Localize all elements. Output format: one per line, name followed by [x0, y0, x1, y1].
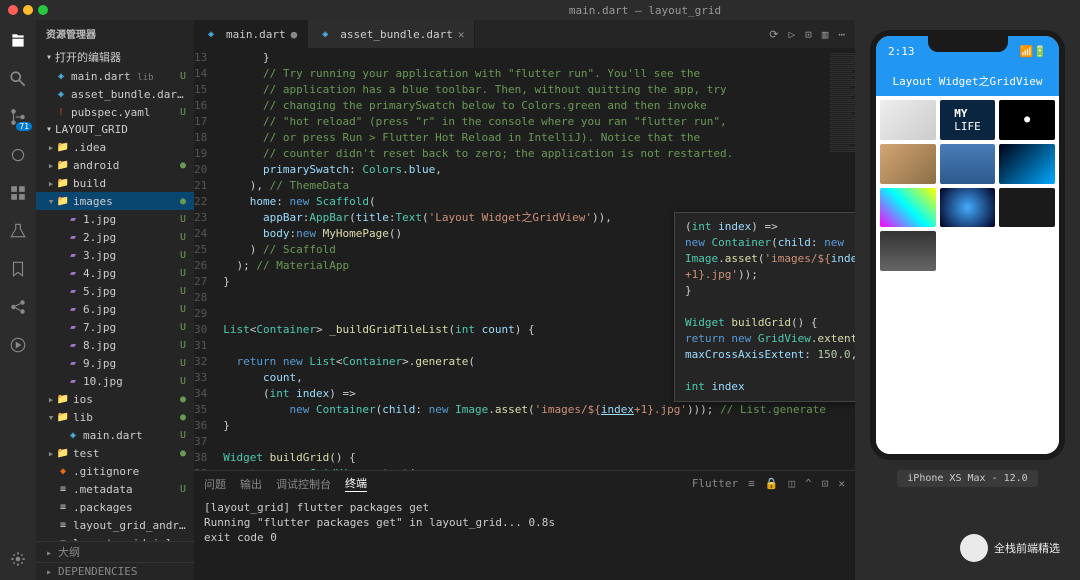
editor-actions: ⟳ ▷ ⊡ ▥ ⋯	[759, 20, 855, 48]
explorer-header: 资源管理器	[36, 20, 194, 47]
debug-icon[interactable]	[7, 144, 29, 166]
tree-item[interactable]: ▰4.jpgU	[36, 264, 194, 282]
tree-item[interactable]: ▰9.jpgU	[36, 354, 194, 372]
titlebar: main.dart — layout_grid	[0, 0, 1080, 20]
tree-item[interactable]: ≡layout_grid.iml	[36, 534, 194, 541]
editor-tabs: ◈main.dart●◈asset_bundle.dart✕ ⟳ ▷ ⊡ ▥ ⋯	[194, 20, 855, 48]
bottom-panel: 问题 输出 调试控制台 终端 Flutter ≡ 🔒 ◫ ^ ⊡ ✕ [layo…	[194, 470, 855, 580]
open-editor-item[interactable]: ◈asset_bundle.dart ~/development/flutt..…	[36, 85, 194, 103]
phone-appbar: Layout Widget之GridView	[876, 66, 1059, 96]
panel-split-icon[interactable]: ◫	[789, 477, 796, 490]
grid-image-9	[999, 188, 1055, 228]
more-icon[interactable]: ⋯	[838, 28, 845, 41]
panel-dropdown[interactable]: Flutter	[692, 477, 738, 490]
editor-tab[interactable]: ◈main.dart●	[194, 20, 308, 48]
tree-item[interactable]: ▸📁test●	[36, 444, 194, 462]
gear-icon[interactable]	[7, 548, 29, 570]
grid-image-4	[880, 144, 936, 184]
tree-item[interactable]: ▾📁lib●	[36, 408, 194, 426]
wechat-icon	[960, 534, 988, 562]
flask-icon[interactable]	[7, 220, 29, 242]
outline-section[interactable]: ▸ 大纲	[36, 541, 194, 562]
phone-frame: 2:13 📶🔋 Layout Widget之GridView MYLIFE ●	[870, 30, 1065, 460]
sidebar: 资源管理器 ▾ 打开的编辑器 ◈main.dart libU◈asset_bun…	[36, 20, 194, 580]
tree-item[interactable]: ▰2.jpgU	[36, 228, 194, 246]
maximize-icon[interactable]	[38, 5, 48, 15]
grid-image-7	[880, 188, 936, 228]
project-section[interactable]: ▾ LAYOUT_GRID	[36, 121, 194, 138]
panel-maximize-icon[interactable]: ^	[805, 477, 812, 490]
tree-item[interactable]: ▰6.jpgU	[36, 300, 194, 318]
grid-image-5	[940, 144, 996, 184]
open-editor-item[interactable]: ◈main.dart libU	[36, 67, 194, 85]
grid-image-2: MYLIFE	[940, 100, 996, 140]
explorer-icon[interactable]	[7, 30, 29, 52]
tree-item[interactable]: ≡layout_grid_android.iml	[36, 516, 194, 534]
tree-item[interactable]: ≡.packages	[36, 498, 194, 516]
refresh-icon[interactable]: ⟳	[769, 28, 778, 41]
hover-tooltip: (int index) => new Container(child: new …	[674, 212, 855, 402]
device-icon[interactable]: ⊡	[805, 28, 812, 41]
tree-item[interactable]: ▰5.jpgU	[36, 282, 194, 300]
tree-item[interactable]: ◈main.dartU	[36, 426, 194, 444]
watermark: 全栈前端精选	[960, 534, 1060, 562]
signal-icon: 📶🔋	[1020, 45, 1047, 58]
extensions-icon[interactable]	[7, 182, 29, 204]
panel-close-icon[interactable]: ✕	[838, 477, 845, 490]
source-control-icon[interactable]	[7, 106, 29, 128]
grid-image-8	[940, 188, 996, 228]
tree-item[interactable]: ▸📁android●	[36, 156, 194, 174]
phone-grid: MYLIFE ●	[876, 96, 1059, 454]
panel-clear-icon[interactable]: ≡	[748, 477, 755, 490]
panel-tab-output[interactable]: 输出	[240, 476, 262, 492]
tree-item[interactable]: ▰8.jpgU	[36, 336, 194, 354]
open-editors-section[interactable]: ▾ 打开的编辑器	[36, 47, 194, 67]
dependencies-section[interactable]: ▸ DEPENDENCIES	[36, 562, 194, 580]
window-controls[interactable]	[8, 5, 48, 15]
grid-image-1	[880, 100, 936, 140]
panel-tab-debug[interactable]: 调试控制台	[276, 476, 331, 492]
grid-image-3: ●	[999, 100, 1055, 140]
panel-lock-icon[interactable]: 🔒	[765, 477, 779, 490]
terminal-output[interactable]: [layout_grid] flutter packages get Runni…	[194, 496, 855, 580]
open-editor-item[interactable]: !pubspec.yaml U	[36, 103, 194, 121]
panel-more-icon[interactable]: ⊡	[822, 477, 829, 490]
panel-tab-problems[interactable]: 问题	[204, 476, 226, 492]
panel-tab-terminal[interactable]: 终端	[345, 475, 367, 492]
tree-item[interactable]: ▸📁.idea	[36, 138, 194, 156]
device-label[interactable]: iPhone XS Max - 12.0	[897, 470, 1037, 487]
play-icon[interactable]	[7, 334, 29, 356]
run-icon[interactable]: ▷	[789, 28, 796, 41]
bookmark-icon[interactable]	[7, 258, 29, 280]
grid-image-10	[880, 231, 936, 271]
panel-tabs: 问题 输出 调试控制台 终端 Flutter ≡ 🔒 ◫ ^ ⊡ ✕	[194, 471, 855, 496]
tree-item[interactable]: ▰10.jpgU	[36, 372, 194, 390]
tree-item[interactable]: ▰7.jpgU	[36, 318, 194, 336]
tree-item[interactable]: ▸📁ios●	[36, 390, 194, 408]
share-icon[interactable]	[7, 296, 29, 318]
editor-tab[interactable]: ◈asset_bundle.dart✕	[308, 20, 475, 48]
tree-item[interactable]: ▰3.jpgU	[36, 246, 194, 264]
activity-bar	[0, 20, 36, 580]
tree-item[interactable]: ▰1.jpgU	[36, 210, 194, 228]
minimize-icon[interactable]	[23, 5, 33, 15]
grid-image-6	[999, 144, 1055, 184]
device-preview: 2:13 📶🔋 Layout Widget之GridView MYLIFE ● …	[855, 20, 1080, 580]
tree-item[interactable]: ≡.metadataU	[36, 480, 194, 498]
file-tree: ▸📁.idea▸📁android●▸📁build▾📁images●▰1.jpgU…	[36, 138, 194, 541]
editor-area: ◈main.dart●◈asset_bundle.dart✕ ⟳ ▷ ⊡ ▥ ⋯…	[194, 20, 855, 580]
line-gutter[interactable]: 1314151617181920212223242526272829303132…	[194, 48, 215, 470]
phone-notch	[928, 36, 1008, 52]
split-icon[interactable]: ▥	[822, 28, 829, 41]
tree-item[interactable]: ▾📁images●	[36, 192, 194, 210]
tree-item[interactable]: ▸📁build	[36, 174, 194, 192]
window-title: main.dart — layout_grid	[218, 4, 1072, 17]
tree-item[interactable]: ◆.gitignore	[36, 462, 194, 480]
search-icon[interactable]	[7, 68, 29, 90]
close-icon[interactable]	[8, 5, 18, 15]
